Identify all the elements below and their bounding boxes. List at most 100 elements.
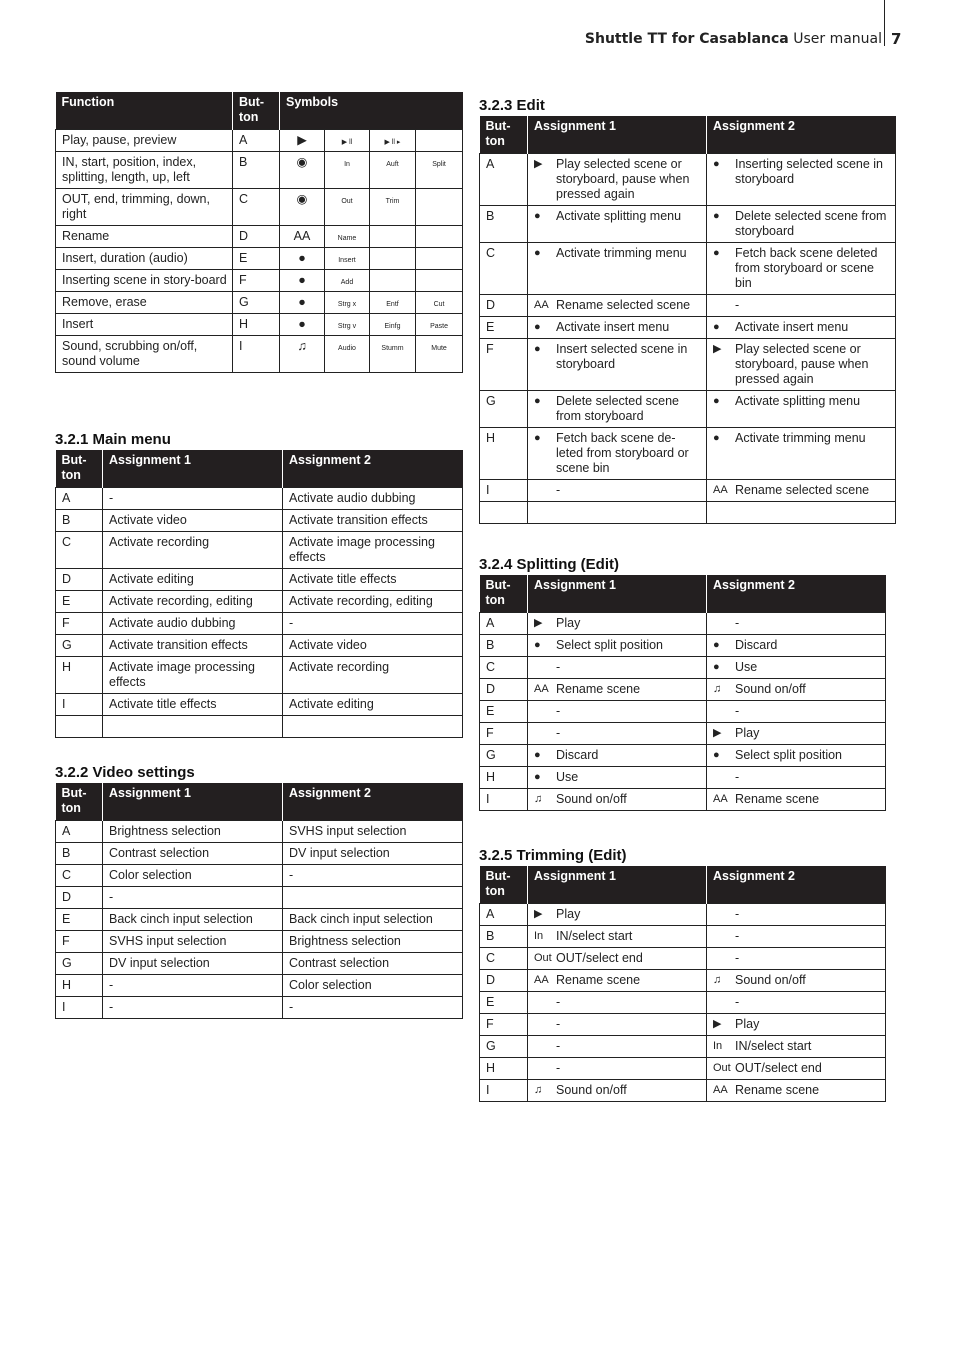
- button-cell: C: [479, 656, 528, 679]
- round-button-icon: ●: [713, 749, 720, 761]
- button-cell: H: [55, 656, 103, 694]
- button-cell: A: [479, 153, 528, 206]
- round-button-icon: ●: [534, 432, 541, 444]
- round-button-icon: ◉: [296, 192, 308, 206]
- assignment-2-cell: Out OUT/select end: [706, 1057, 886, 1080]
- cell-content: ● Activate insert menu: [534, 320, 701, 335]
- symbol-label: Cut: [433, 301, 445, 308]
- button-cell: D: [479, 969, 528, 992]
- table-row: E--: [479, 991, 886, 1014]
- col-assignment-2: Assignment 2: [706, 575, 886, 613]
- main-menu-table: But-ton Assignment 1 Assignment 2 A - Activat…: [55, 450, 463, 738]
- rename-icon: AA: [713, 484, 728, 496]
- assignment-1-cell: In IN/select start: [527, 925, 707, 948]
- cell-content: ▶ Play: [534, 616, 701, 631]
- assignment-1-cell: Out OUT/select end: [527, 947, 707, 970]
- symbol-cell: AA: [279, 225, 325, 248]
- function-cell: Play, pause, preview: [55, 129, 233, 152]
- cell-content: AA Rename scene: [534, 973, 701, 988]
- symbol-cell: ●: [279, 291, 325, 314]
- table-row: A ▶ Play selected scene or storyboard, pau…: [479, 153, 896, 206]
- running-title: Shuttle TT for Casablanca User manual: [585, 31, 882, 47]
- page-number: 7: [891, 30, 902, 48]
- function-cell: Sound, scrubbing on/off, sound volume: [55, 335, 233, 373]
- assignment-text: Play selected scene or storyboard, pause…: [735, 342, 869, 386]
- cell-content: ♫ Sound on/off: [713, 973, 880, 988]
- button-cell: E: [55, 590, 103, 613]
- rename-icon: AA: [534, 683, 549, 695]
- round-button-icon: ◉: [296, 155, 308, 169]
- table-row: Play, pause, preview A ▶ ▶ ll ▶ ll ▸: [55, 129, 464, 152]
- button-cell: C: [55, 531, 103, 569]
- symbol-cell: Trim: [369, 188, 416, 226]
- trimming-table: But-ton Assignment 1 Assignment 2 A ▶ Play - B I…: [479, 866, 886, 1102]
- symbol-label: Strg x: [337, 301, 357, 308]
- table-row: C Out OUT/select end -: [479, 947, 886, 970]
- cell-content: Out OUT/select end: [713, 1061, 880, 1076]
- symbol-icon: [534, 483, 556, 498]
- table-row: C Color selection -: [55, 864, 463, 887]
- assignment-2-cell: Activate audio dubbing: [282, 487, 463, 510]
- table-row: I ♫ Sound on/off AA Rename scene: [479, 1079, 886, 1102]
- rename-icon: AA: [713, 1084, 728, 1096]
- cell-content: ● Activate splitting menu: [713, 394, 890, 409]
- assignment-1-cell: ▶ Play: [527, 612, 707, 635]
- table-row: D-: [55, 886, 463, 909]
- play-icon: ▶: [713, 727, 722, 739]
- symbol-cell: [414, 247, 464, 270]
- button-cell: F: [55, 612, 103, 635]
- assignment-text: Use: [735, 660, 758, 674]
- symbol-cell: Cut: [414, 291, 464, 314]
- assignment-text: -: [735, 616, 740, 630]
- assignment-1-cell: ● Use: [527, 766, 707, 789]
- assignment-2-cell: ● Activate trimming menu: [706, 427, 896, 480]
- assignment-text: Play: [556, 907, 581, 921]
- cell-content: ● Select split position: [534, 638, 701, 653]
- button-cell: E: [479, 991, 528, 1014]
- round-button-icon: ●: [534, 395, 541, 407]
- button-cell: A: [479, 903, 528, 926]
- cell-content: ● Discard: [713, 638, 880, 653]
- assignment-2-cell: ● Discard: [706, 634, 886, 657]
- button-cell: I: [479, 1079, 528, 1102]
- cell-content: Out OUT/select end: [534, 951, 701, 966]
- table-row: D AA Rename scene ♫ Sound on/off: [479, 969, 886, 992]
- assignment-2-cell: -: [706, 612, 886, 635]
- assignment-text: Activate insert menu: [735, 320, 849, 334]
- assignment-1-cell: Activate recording: [102, 531, 283, 569]
- assignment-1-cell: ● Fetch back scene de-leted from storyboa…: [527, 427, 707, 480]
- assignment-1-cell: -: [527, 722, 707, 745]
- out-icon: Out: [713, 1062, 731, 1074]
- button-cell: G: [55, 952, 103, 975]
- cell-content: ● Use: [713, 660, 880, 675]
- trimming-section: 3.2.5 Trimming (Edit) But-ton Assignment …: [479, 846, 886, 1102]
- assignment-1-cell: AA Rename scene: [527, 969, 707, 992]
- cell-content: ● Delete selected scene from storyboard: [713, 209, 890, 239]
- assignment-text: Select split position: [735, 748, 843, 762]
- assignment-text: Play: [735, 726, 760, 740]
- symbol-icon: [534, 726, 556, 741]
- rename-icon: AA: [534, 299, 549, 311]
- assignment-2-cell: ▶ Play: [706, 722, 886, 745]
- button-cell: D: [232, 225, 280, 248]
- col-button: But- ton: [232, 92, 280, 130]
- button-cell: F: [55, 930, 103, 953]
- symbol-icon: [713, 995, 735, 1010]
- table-header: But-ton Assignment 1 Assignment 2: [479, 866, 886, 904]
- table-row: G - In IN/select start: [479, 1035, 886, 1058]
- round-button-icon: ●: [534, 210, 541, 222]
- col-assignment-2: Assignment 2: [706, 866, 886, 904]
- in-icon: In: [534, 930, 544, 942]
- col-button: But-ton: [479, 575, 528, 613]
- symbol-label: ▶ ll ▸: [384, 139, 401, 146]
- table-row: C ● Activate trimming menu ● Fetch back scen…: [479, 242, 896, 295]
- table-row: D Activate editing Activate title effects: [55, 568, 463, 591]
- table-row: Inserting scene in story-board F ● Add: [55, 269, 464, 292]
- assignment-2-cell: -: [706, 903, 886, 926]
- assignment-text: Activate trimming menu: [735, 431, 866, 445]
- assignment-text: -: [556, 1061, 561, 1075]
- table-row: D AA Rename selected scene -: [479, 294, 896, 317]
- assignment-1-cell: ● Activate trimming menu: [527, 242, 707, 295]
- assignment-2-cell: [282, 715, 463, 738]
- assignment-text: -: [735, 929, 740, 943]
